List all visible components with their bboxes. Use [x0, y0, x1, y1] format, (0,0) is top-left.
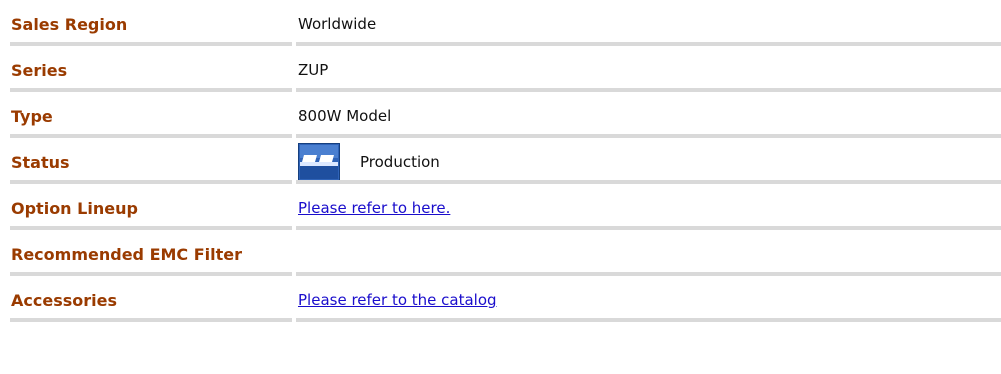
spec-value-sales-region: Worldwide: [296, 0, 1001, 46]
spec-value-series: ZUP: [296, 46, 1001, 92]
spec-value-type: 800W Model: [296, 92, 1001, 138]
spec-label-status: Status: [10, 138, 292, 184]
spec-label-accessories: Accessories: [10, 276, 292, 322]
spec-row-sales-region: Sales Region Worldwide: [10, 0, 1001, 46]
spec-value-status-cell: Production: [296, 138, 1001, 184]
accessories-catalog-link[interactable]: Please refer to the catalog: [298, 291, 497, 309]
spec-table: Sales Region Worldwide Series ZUP Type 8…: [10, 0, 1001, 322]
production-status-icon: [298, 143, 340, 181]
option-lineup-link[interactable]: Please refer to here.: [298, 199, 450, 217]
spec-label-recommended-emc-filter: Recommended EMC Filter: [10, 230, 292, 276]
spec-label-series: Series: [10, 46, 292, 92]
spec-row-accessories: Accessories Please refer to the catalog: [10, 276, 1001, 322]
spec-value-status: Production: [360, 153, 440, 171]
spec-value-recommended-emc-filter: [296, 230, 1001, 276]
spec-row-recommended-emc-filter: Recommended EMC Filter: [10, 230, 1001, 276]
spec-value-accessories-cell: Please refer to the catalog: [296, 276, 1001, 322]
spec-row-type: Type 800W Model: [10, 92, 1001, 138]
spec-row-status: Status Production: [10, 138, 1001, 184]
spec-label-type: Type: [10, 92, 292, 138]
spec-value-option-lineup-cell: Please refer to here.: [296, 184, 1001, 230]
spec-label-sales-region: Sales Region: [10, 0, 292, 46]
spec-row-series: Series ZUP: [10, 46, 1001, 92]
spec-row-option-lineup: Option Lineup Please refer to here.: [10, 184, 1001, 230]
spec-label-option-lineup: Option Lineup: [10, 184, 292, 230]
